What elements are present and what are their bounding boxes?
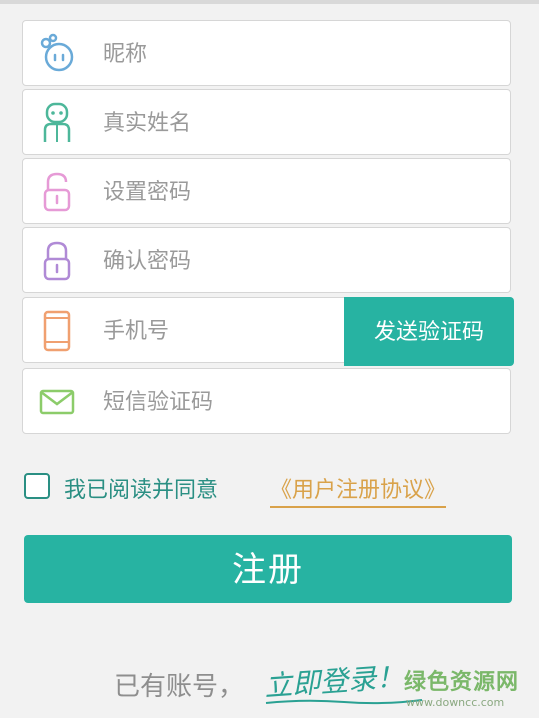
real-name-field[interactable]: [22, 89, 511, 156]
mail-icon: [37, 381, 77, 423]
confirm-password-field[interactable]: [22, 227, 511, 294]
set-password-field[interactable]: [22, 158, 511, 225]
phone-input[interactable]: [101, 298, 335, 364]
login-row: 已有账号， 立即登录！: [114, 660, 434, 705]
agreement-text: 我已阅读并同意: [64, 478, 219, 503]
set-password-input[interactable]: [101, 159, 405, 225]
sms-code-input[interactable]: [101, 369, 405, 435]
nickname-field[interactable]: [22, 20, 511, 87]
phone-field[interactable]: [22, 297, 344, 364]
watermark-cn: 绿色资源网: [404, 670, 520, 695]
lock-icon: [37, 240, 77, 282]
person-icon: [37, 102, 77, 144]
top-divider: [0, 0, 539, 4]
agreement-row: 我已阅读并同意 《用户注册协议》: [24, 470, 504, 508]
nickname-input[interactable]: [101, 21, 405, 87]
register-button[interactable]: 注册: [24, 535, 512, 603]
watermark-en: www.downcc.com: [406, 696, 505, 709]
send-code-button[interactable]: 发送验证码: [344, 297, 514, 366]
confirm-password-input[interactable]: [101, 228, 405, 294]
face-icon: [37, 33, 77, 75]
watermark: 绿色资源网 www.downcc.com: [400, 664, 530, 714]
agreement-checkbox[interactable]: [24, 473, 50, 499]
unlock-icon: [37, 171, 77, 213]
real-name-input[interactable]: [101, 90, 405, 156]
sms-code-field[interactable]: [22, 368, 511, 435]
phone-icon: [37, 310, 77, 352]
user-agreement-link[interactable]: 《用户注册协议》: [270, 472, 447, 508]
have-account-text: 已有账号，: [114, 672, 245, 702]
